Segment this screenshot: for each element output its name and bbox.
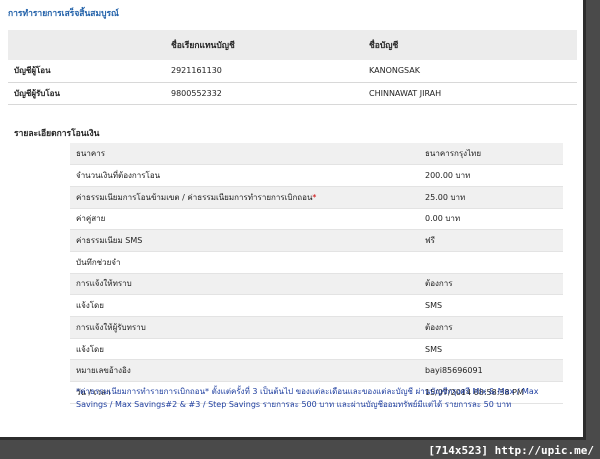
fee-note: *ค่าธรรมเนียมการทำรายการเบิกถอน* ตั้งแต่… <box>76 387 539 409</box>
detail-row-line-fee: ค่าคู่สาย 0.00 บาท <box>70 208 563 230</box>
detail-label: หมายเลขอ้างอิง <box>76 366 131 376</box>
receiver-account-row: บัญชีผู้รับโอน 9800552332 CHINNAWAT JIRA… <box>8 82 577 104</box>
accounts-table: ชื่อเรียกแทนบัญชี ชื่อบัญชี บัญชีผู้โอน … <box>8 30 577 105</box>
detail-value: ต้องการ <box>425 322 453 332</box>
detail-label: ธนาคาร <box>76 149 105 159</box>
detail-value: SMS <box>425 301 443 311</box>
detail-row-reference: หมายเลขอ้างอิง bayi85696091 <box>70 359 563 382</box>
detail-label: แจ้งโดย <box>76 344 104 354</box>
sender-account-row: บัญชีผู้โอน 2921161130 KANONGSAK <box>8 60 577 82</box>
page-frame: การทำรายการเสร็จสิ้นสมบูรณ์ ชื่อเรียกแทน… <box>0 0 586 440</box>
accounts-header-alias: ชื่อเรียกแทนบัญชี <box>171 41 235 51</box>
detail-label: บันทึกช่วยจำ <box>76 257 121 267</box>
detail-row-fee: ค่าธรรมเนียมการโอนข้ามเขต / ค่าธรรมเนียม… <box>70 186 563 209</box>
detail-row-notify-receiver: การแจ้งให้ผู้รับทราบ ต้องการ <box>70 316 563 339</box>
detail-row-notify-receiver-by: แจ้งโดย SMS <box>70 338 563 360</box>
detail-value: ฟรี <box>425 236 435 246</box>
watermark-footer: [714x523] http://upic.me/ <box>428 444 594 457</box>
detail-value: 200.00 บาท <box>425 171 471 181</box>
detail-row-sms-fee: ค่าธรรมเนียม SMS ฟรี <box>70 229 563 252</box>
detail-value <box>425 251 563 273</box>
detail-label: ค่าคู่สาย <box>76 214 106 224</box>
detail-row-notify: การแจ้งให้ทราบ ต้องการ <box>70 273 563 295</box>
receiver-account-name: CHINNAWAT JIRAH <box>369 88 442 98</box>
detail-row-notify-by: แจ้งโดย SMS <box>70 295 563 317</box>
accounts-header-blank <box>8 30 170 60</box>
fee-asterisk: * <box>312 192 317 202</box>
detail-value: bayi85696091 <box>425 366 483 376</box>
detail-value: 25.00 บาท <box>425 192 466 202</box>
details-table: ธนาคาร ธนาคารกรุงไทย จำนวนเงินที่ต้องการ… <box>70 143 563 404</box>
detail-row-amount: จำนวนเงินที่ต้องการโอน 200.00 บาท <box>70 165 563 187</box>
sender-account-number: 2921161130 <box>171 66 222 76</box>
detail-label: การแจ้งให้ทราบ <box>76 279 132 289</box>
detail-value: ธนาคารกรุงไทย <box>425 149 482 159</box>
detail-label: ค่าธรรมเนียม SMS <box>76 236 143 246</box>
details-title: รายละเอียดการโอนเงิน <box>14 129 100 139</box>
detail-row-bank: ธนาคาร ธนาคารกรุงไทย <box>70 143 563 165</box>
detail-label: ค่าธรรมเนียมการโอนข้ามเขต / ค่าธรรมเนียม… <box>70 186 425 208</box>
receiver-account-number: 9800552332 <box>171 88 222 98</box>
detail-value: 0.00 บาท <box>425 214 461 224</box>
detail-label: การแจ้งให้ผู้รับทราบ <box>76 322 146 332</box>
detail-row-memo: บันทึกช่วยจำ <box>70 251 563 274</box>
sender-account-name: KANONGSAK <box>369 66 420 76</box>
detail-value: SMS <box>425 344 443 354</box>
detail-label: แจ้งโดย <box>76 301 104 311</box>
sender-label: บัญชีผู้โอน <box>14 66 51 76</box>
accounts-header-name: ชื่อบัญชี <box>369 41 399 51</box>
accounts-header-row: ชื่อเรียกแทนบัญชี ชื่อบัญชี <box>8 30 577 60</box>
detail-label: จำนวนเงินที่ต้องการโอน <box>76 171 161 181</box>
detail-value: ต้องการ <box>425 279 453 289</box>
page-title: การทำรายการเสร็จสิ้นสมบูรณ์ <box>8 9 119 19</box>
receiver-label: บัญชีผู้รับโอน <box>14 88 60 98</box>
fee-label-text: ค่าธรรมเนียมการโอนข้ามเขต / ค่าธรรมเนียม… <box>76 192 313 202</box>
